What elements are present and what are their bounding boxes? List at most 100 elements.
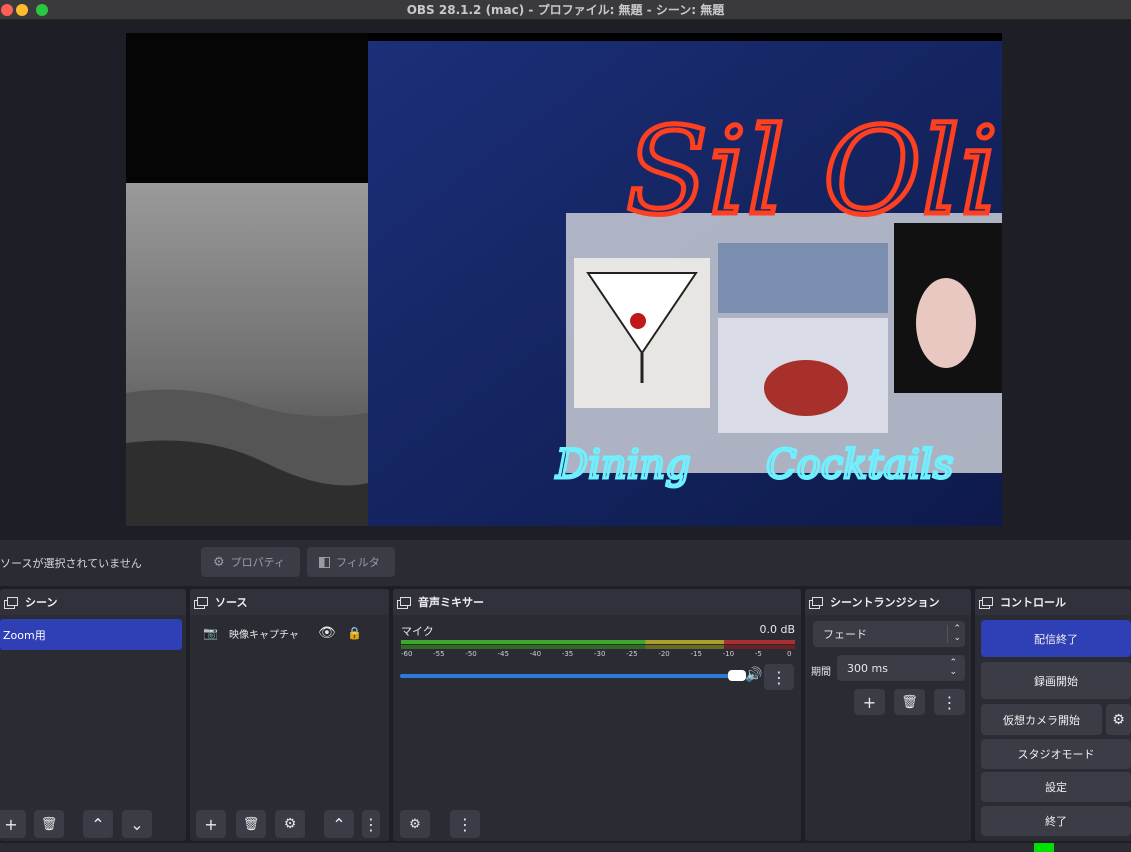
volume-slider-handle[interactable] — [728, 670, 746, 681]
speaker-icon[interactable]: 🔊 — [745, 667, 762, 683]
mixer-header: 音声ミキサー — [393, 589, 801, 615]
more-vertical-icon: ⋮ — [941, 692, 958, 712]
meter-tick-label: -25 — [626, 650, 638, 658]
transitions-header: シーントランジション — [805, 589, 971, 615]
gear-icon: ⚙ — [1112, 711, 1125, 728]
source-more-button[interactable]: ⋮ — [362, 810, 380, 838]
source-item-video-capture[interactable]: 📷 映像キャプチャ 👁 🔒 — [190, 619, 389, 647]
source-item-label: 映像キャプチャ — [229, 629, 299, 641]
duration-label: 期間 — [811, 667, 831, 678]
dock-icon[interactable] — [809, 596, 823, 609]
live-indicator — [1034, 843, 1054, 852]
neon-cocktails: Cocktails — [766, 442, 953, 488]
gear-icon: ⚙ — [213, 554, 225, 570]
plus-icon: + — [862, 692, 877, 712]
add-scene-button[interactable]: + — [0, 810, 26, 838]
filters-label: フィルタ — [336, 556, 380, 569]
volume-meter-bar — [401, 645, 795, 649]
add-transition-button[interactable]: + — [854, 689, 885, 715]
meter-tick-label: -30 — [594, 650, 606, 658]
status-bar — [0, 843, 1131, 852]
virtual-camera-settings-button[interactable]: ⚙ — [1106, 704, 1131, 735]
camera-icon: 📷 — [203, 626, 218, 640]
minimize-window-button[interactable] — [16, 4, 28, 16]
volume-slider[interactable] — [400, 670, 746, 681]
meter-tick-label: -20 — [658, 650, 670, 658]
mixer-channel-menu-button[interactable]: ⋮ — [764, 664, 794, 690]
mixer-more-button[interactable]: ⋮ — [450, 810, 480, 838]
title-bar: OBS 28.1.2 (mac) - プロファイル: 無題 - シーン: 無題 — [0, 0, 1131, 20]
preview-canvas[interactable]: Sil Oli Dining Cocktails — [126, 33, 1002, 526]
dock-icon[interactable] — [4, 596, 18, 609]
move-source-up-button[interactable]: ⌃ — [324, 810, 354, 838]
settings-label: 設定 — [1045, 781, 1067, 794]
meter-tick-label: -60 — [401, 650, 413, 658]
filter-icon — [319, 556, 330, 568]
mixer-channel-name: マイク — [401, 625, 434, 638]
settings-button[interactable]: 設定 — [981, 772, 1131, 802]
scene-item-label: Zoom用 — [3, 628, 46, 642]
duration-spinbox[interactable]: 300 ms ⌃ ⌄ — [837, 655, 965, 681]
eye-icon[interactable]: 👁 — [318, 625, 336, 641]
chevron-down-icon: ⌄ — [130, 814, 144, 834]
dock-icon[interactable] — [979, 596, 993, 609]
virtual-camera-label: 仮想カメラ開始 — [1003, 713, 1080, 727]
remove-source-button[interactable]: 🗑 — [236, 810, 266, 838]
scene-item-zoom[interactable]: Zoom用 — [0, 619, 182, 650]
remove-scene-button[interactable]: 🗑 — [34, 810, 64, 838]
sources-title: ソース — [215, 596, 248, 609]
dock-icon[interactable] — [194, 596, 208, 609]
meter-tick-label: -55 — [433, 650, 445, 658]
meter-scale: -60 -55 -50 -45 -40 -35 -30 -25 -20 -15 -10 -5 0 — [401, 650, 795, 660]
trash-icon: 🗑 — [242, 816, 260, 832]
remove-transition-button[interactable]: 🗑 — [894, 689, 925, 715]
plus-icon: + — [204, 814, 218, 834]
neon-sign-text: Sil Oli — [626, 103, 998, 242]
dock-icon[interactable] — [397, 596, 411, 609]
meter-tick-label: -45 — [497, 650, 509, 658]
zoom-window-button[interactable] — [36, 4, 48, 16]
properties-label: プロパティ — [230, 556, 285, 569]
updown-icon: ⌃ ⌄ — [947, 625, 961, 643]
properties-button[interactable]: ⚙ プロパティ — [201, 547, 300, 577]
gears-icon: ⚙ — [409, 816, 421, 832]
meter-tick-label: -35 — [561, 650, 574, 658]
add-source-button[interactable]: + — [196, 810, 226, 838]
preview-area: Sil Oli Dining Cocktails — [0, 21, 1131, 540]
sources-header: ソース — [190, 589, 389, 615]
start-virtual-camera-button[interactable]: 仮想カメラ開始 — [981, 704, 1102, 735]
scenes-title: シーン — [25, 596, 58, 609]
start-recording-button[interactable]: 録画開始 — [981, 662, 1131, 699]
sources-panel: ソース 📷 映像キャプチャ 👁 🔒 + 🗑 ⚙ ⌃ ⋮ — [190, 589, 389, 841]
studio-mode-label: スタジオモード — [1017, 748, 1095, 761]
exit-button[interactable]: 終了 — [981, 806, 1131, 836]
transition-type-select[interactable]: フェード ⌃ ⌄ — [813, 621, 965, 647]
transition-type-value: フェード — [823, 628, 867, 641]
move-scene-down-button[interactable]: ⌄ — [122, 810, 152, 838]
studio-mode-button[interactable]: スタジオモード — [981, 739, 1131, 769]
meter-tick-label: 0 — [787, 650, 792, 658]
stop-streaming-label: 配信終了 — [1034, 632, 1078, 646]
scenes-panel: シーン Zoom用 + 🗑 ⌃ ⌄ — [0, 589, 186, 841]
neon-dining: Dining — [555, 442, 691, 488]
sources-toolbar: + 🗑 ⚙ ⌃ ⋮ — [190, 807, 389, 841]
filters-button[interactable]: フィルタ — [307, 547, 395, 577]
meter-tick-label: -15 — [690, 650, 702, 658]
scenes-header: シーン — [0, 589, 186, 615]
scenes-toolbar: + 🗑 ⌃ ⌄ — [0, 807, 186, 841]
gear-icon: ⚙ — [283, 816, 297, 832]
stop-streaming-button[interactable]: 配信終了 — [981, 620, 1131, 657]
close-window-button[interactable] — [1, 4, 13, 16]
lock-icon[interactable]: 🔒 — [347, 626, 362, 640]
transition-more-button[interactable]: ⋮ — [934, 689, 965, 715]
move-scene-up-button[interactable]: ⌃ — [83, 810, 113, 838]
more-vertical-icon: ⋮ — [771, 667, 787, 687]
controls-header: コントロール — [975, 589, 1131, 615]
volume-meter-bar — [401, 640, 795, 644]
chevron-up-icon: ⌃ — [332, 814, 346, 834]
advanced-audio-button[interactable]: ⚙ — [400, 810, 430, 838]
trash-icon: 🗑 — [901, 694, 918, 710]
source-properties-button[interactable]: ⚙ — [275, 810, 305, 838]
chevron-up-icon: ⌃ — [91, 814, 105, 834]
transitions-title: シーントランジション — [830, 596, 940, 609]
